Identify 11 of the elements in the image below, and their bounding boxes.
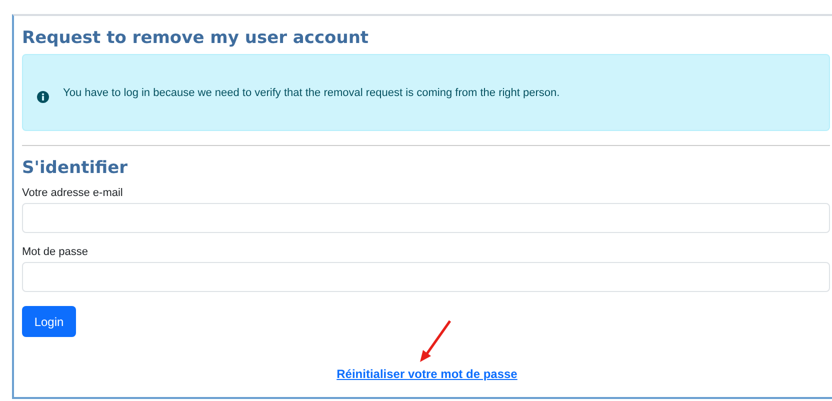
field-label: Votre adresse e-mail <box>22 186 124 200</box>
page-title: Request to remove my user account <box>22 27 370 50</box>
alert-message: You have to log in because we need to verify that the removal request is coming from the right person. <box>63 86 560 98</box>
arrow-drawing <box>418 318 454 364</box>
section-title: S'identifier <box>22 157 129 180</box>
info-icon <box>37 90 49 102</box>
login-button[interactable]: Login <box>22 306 76 337</box>
input-field[interactable] <box>22 262 830 292</box>
field-label: Mot de passe <box>22 245 90 259</box>
reset-password-link[interactable]: Réinitialiser votre mot de passe <box>336 367 518 381</box>
input-field[interactable] <box>22 203 830 233</box>
